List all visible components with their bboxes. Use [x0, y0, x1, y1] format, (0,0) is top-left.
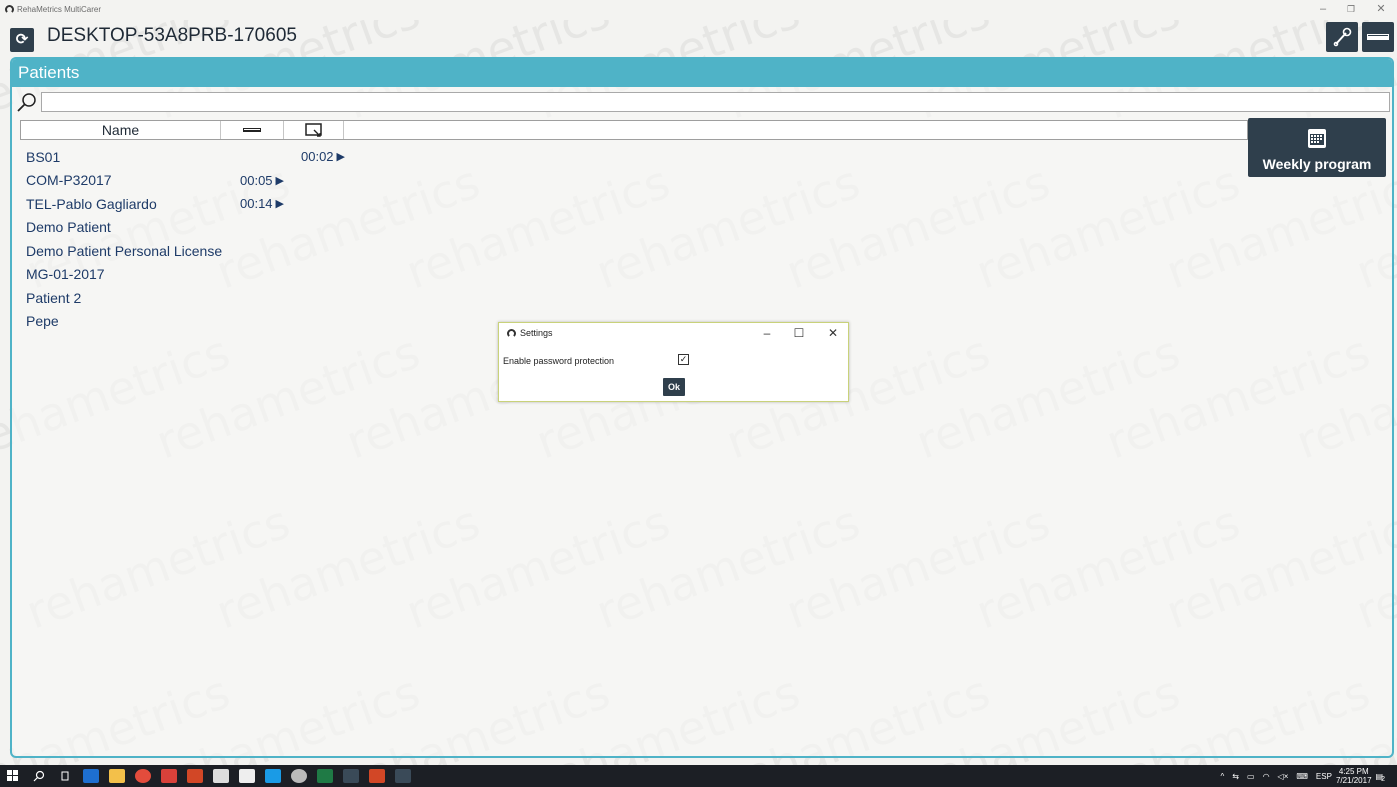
task-view-icon[interactable]	[57, 769, 73, 783]
store-icon[interactable]	[213, 769, 229, 783]
wifi-icon[interactable]: ◠	[1263, 772, 1270, 781]
rehametrics-app-icon[interactable]	[395, 769, 411, 783]
clock-time: 4:25 PM	[1338, 767, 1369, 776]
patient-row[interactable]: Demo Patient	[26, 216, 626, 240]
patient-name: BS01	[26, 148, 61, 165]
window-titlebar: RehaMetrics MultiCarer	[0, 0, 1397, 18]
powerpoint-icon[interactable]	[369, 769, 385, 783]
language-indicator[interactable]: ESP	[1316, 772, 1332, 781]
patient-row[interactable]: TEL-Pablo Gagliardo 00:14 ▶	[26, 192, 626, 216]
network-icon[interactable]: ⇆	[1232, 772, 1239, 781]
notification-count: 2	[1381, 775, 1385, 783]
app-header: ⟳ DESKTOP-53A8PRB-170605	[0, 20, 1397, 56]
play-icon[interactable]: ▶	[276, 197, 284, 210]
refresh-button[interactable]: ⟳	[10, 28, 34, 52]
windows-start-icon[interactable]	[5, 769, 21, 783]
powerpoint-file-icon[interactable]	[187, 769, 203, 783]
dialog-title: Settings	[520, 328, 553, 338]
wrench-icon	[1333, 27, 1352, 47]
patient-name: Pepe	[26, 313, 59, 330]
patient-row[interactable]: BS01 00:02 ▶	[26, 145, 626, 169]
patient-name: TEL-Pablo Gagliardo	[26, 195, 157, 212]
settings-dialog: Settings – ☐ ✕ Enable password protectio…	[498, 322, 849, 402]
rehametrics-icon[interactable]	[343, 769, 359, 783]
remote-session-icon	[304, 123, 322, 137]
device-name: DESKTOP-53A8PRB-170605	[47, 25, 297, 46]
patient-name: Demo Patient	[26, 219, 111, 236]
password-protection-checkbox[interactable]: ✓	[678, 354, 689, 365]
clock-date: 7/21/2017	[1335, 776, 1372, 785]
taskbar: ^ ⇆ ▭ ◠ ◁× ⌨ ESP 4:25 PM 7/21/2017 ▤ 2	[0, 765, 1397, 787]
app-icon	[507, 328, 516, 338]
dialog-titlebar: Settings	[507, 328, 553, 338]
patient-name: MG-01-2017	[26, 266, 105, 283]
play-icon[interactable]: ▶	[337, 150, 345, 163]
table-header: Name	[20, 120, 1248, 140]
window-close-button[interactable]: ✕	[1366, 2, 1396, 16]
search-icon[interactable]	[31, 769, 47, 783]
clock[interactable]: 4:25 PM 7/21/2017	[1336, 767, 1372, 785]
session-time[interactable]: 00:05 ▶	[240, 173, 284, 188]
search-input[interactable]	[41, 92, 1390, 112]
search-icon[interactable]	[16, 91, 38, 113]
session-time-value: 00:14	[240, 196, 273, 212]
device-icon	[1367, 34, 1389, 40]
weekly-program-button[interactable]: Weekly program	[1248, 118, 1386, 177]
skype-icon[interactable]	[265, 769, 281, 783]
dialog-close-button[interactable]: ✕	[823, 326, 843, 340]
ok-button[interactable]: Ok	[663, 378, 685, 396]
patient-row[interactable]: Demo Patient Personal License	[26, 239, 626, 263]
session-time[interactable]: 00:14 ▶	[240, 196, 284, 211]
mail-icon[interactable]	[161, 769, 177, 783]
column-header-name[interactable]: Name	[21, 121, 221, 139]
column-header-remote[interactable]	[284, 121, 344, 139]
panel-title: Patients	[12, 59, 1392, 87]
window-minimize-button[interactable]: –	[1308, 2, 1338, 16]
weekly-program-label: Weekly program	[1262, 156, 1372, 172]
search-row	[16, 91, 1390, 113]
file-explorer-icon[interactable]	[109, 769, 125, 783]
app-icon[interactable]	[291, 769, 307, 783]
patient-name: Patient 2	[26, 289, 82, 306]
device-icon	[243, 128, 261, 132]
mail-app-icon[interactable]	[239, 769, 255, 783]
patients-list: BS01 00:02 ▶ COM-P32017 00:05 ▶ TEL-Pablo Gagl…	[26, 145, 626, 333]
window-restore-button[interactable]: ❐	[1336, 2, 1366, 16]
system-tray: ^ ⇆ ▭ ◠ ◁× ⌨ ESP 4:25 PM 7/21/2017 ▤ 2	[1217, 767, 1389, 785]
patient-row[interactable]: COM-P32017 00:05 ▶	[26, 169, 626, 193]
patient-name: COM-P32017	[26, 172, 112, 189]
patient-name: Demo Patient Personal License	[26, 242, 223, 259]
patient-row[interactable]: Patient 2	[26, 286, 626, 310]
patient-row[interactable]: MG-01-2017	[26, 263, 626, 287]
session-time[interactable]: 00:02 ▶	[301, 149, 345, 164]
keyboard-icon[interactable]: ⌨	[1296, 772, 1308, 781]
password-protection-label: Enable password protection	[503, 356, 615, 366]
battery-icon[interactable]: ▭	[1247, 772, 1255, 781]
column-header-device[interactable]	[221, 121, 284, 139]
dialog-minimize-button[interactable]: –	[757, 326, 777, 340]
play-icon[interactable]: ▶	[276, 174, 284, 187]
calendar-icon	[1308, 129, 1326, 148]
chrome-icon[interactable]	[135, 769, 151, 783]
device-tool-button[interactable]	[1362, 22, 1394, 52]
dialog-maximize-button[interactable]: ☐	[789, 326, 809, 340]
edge-icon[interactable]	[83, 769, 99, 783]
excel-icon[interactable]	[317, 769, 333, 783]
session-time-value: 00:02	[301, 149, 334, 165]
app-title: RehaMetrics MultiCarer	[17, 4, 102, 14]
settings-tool-button[interactable]	[1326, 22, 1358, 52]
volume-icon[interactable]: ◁×	[1278, 772, 1289, 781]
patients-panel: Patients Name BS01 00:02 ▶ COM-P32017 00:05 ▶…	[10, 57, 1394, 758]
session-time-value: 00:05	[240, 172, 273, 188]
app-icon	[5, 4, 14, 14]
chevron-up-icon[interactable]: ^	[1221, 772, 1225, 781]
